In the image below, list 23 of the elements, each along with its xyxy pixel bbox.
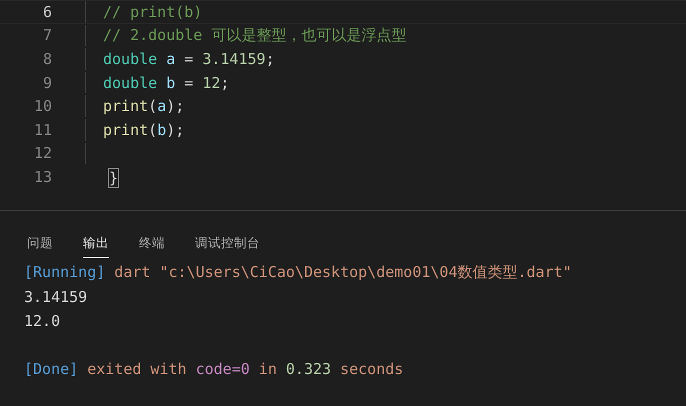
line-number: 11 [32,120,52,139]
panel-tab[interactable]: 问题 [27,229,53,258]
output-line: 3.14159 [24,288,88,306]
output-line: 12.0 [24,312,60,330]
output-line: [Running] dart "c:\Users\CiCao\Desktop\demo01\04数值类型.dart" [24,263,572,282]
code-line: // print(b) [103,2,202,21]
line-number: 6 [42,2,52,21]
line-number: 12 [32,144,52,162]
line-number: 13 [32,168,52,186]
line-number: 9 [42,74,52,92]
line-number: 7 [42,26,52,44]
line-number: 10 [32,97,52,116]
panel-tab[interactable]: 输出 [83,229,109,258]
code-line: print(a); [103,97,184,116]
line-number: 8 [42,50,52,68]
code-line: } [108,168,118,188]
code-line: print(b); [103,120,184,139]
code-line: double b = 12; [103,74,230,92]
output-line: [Done] exited with code=0 in 0.323 seconds [24,360,404,378]
panel-tab[interactable]: 调试控制台 [195,229,260,258]
code-line: double a = 3.14159; [103,50,275,68]
code-line: // 2.double 可以是整型，也可以是浮点型 [103,26,406,45]
panel-tab[interactable]: 终端 [139,229,165,258]
